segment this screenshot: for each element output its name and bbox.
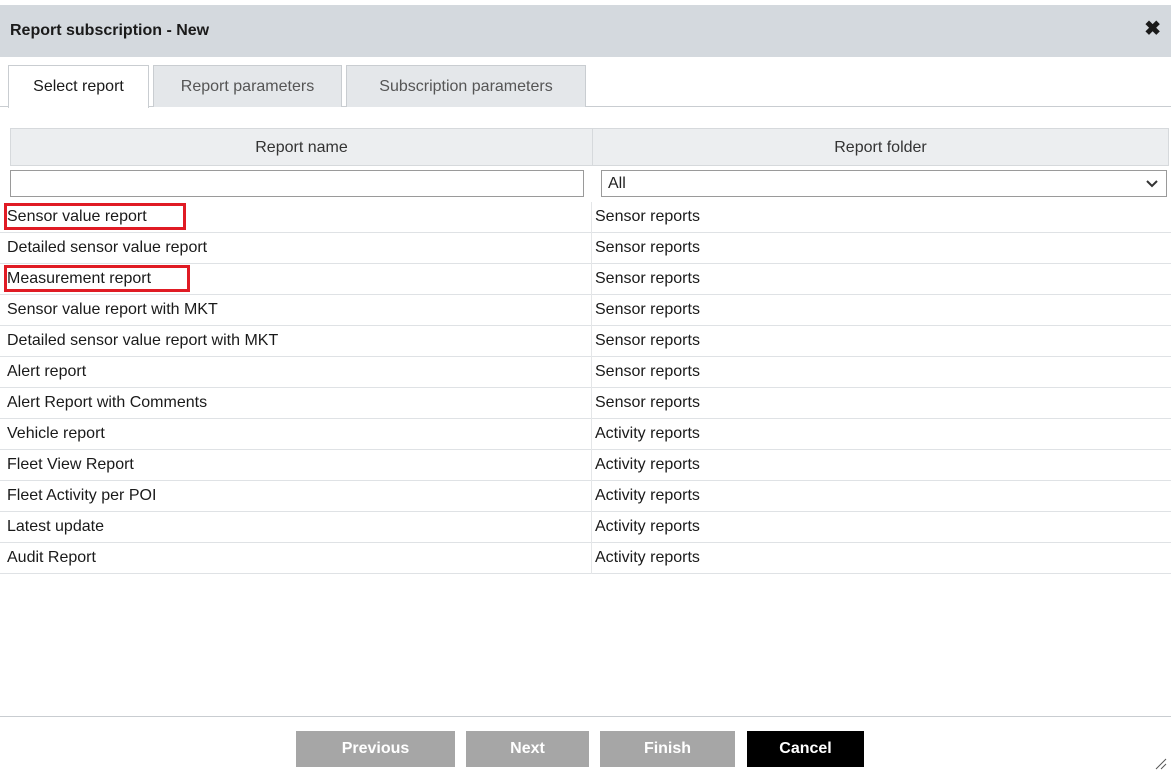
report-folder-filter-value: All xyxy=(608,175,626,192)
tab-report-parameters[interactable]: Report parameters xyxy=(153,65,342,107)
report-list: Sensor value report Sensor reports Detai… xyxy=(0,202,1171,574)
tab-select-report[interactable]: Select report xyxy=(8,65,149,108)
finish-button[interactable]: Finish xyxy=(600,731,735,767)
report-folder-cell: Activity reports xyxy=(595,518,700,535)
report-folder-cell: Activity reports xyxy=(595,487,700,504)
report-folder-cell: Sensor reports xyxy=(595,239,700,256)
dialog-title: Report subscription - New xyxy=(10,22,210,39)
report-name-cell: Alert report xyxy=(7,363,87,380)
report-folder-cell: Sensor reports xyxy=(595,208,700,225)
report-folder-cell: Sensor reports xyxy=(595,270,700,287)
table-row[interactable]: Detailed sensor value report with MKT Se… xyxy=(0,326,1171,357)
report-folder-cell: Sensor reports xyxy=(595,394,700,411)
footer-divider xyxy=(0,716,1171,717)
report-name-cell: Measurement report xyxy=(7,270,152,287)
table-row[interactable]: Latest update Activity reports xyxy=(0,512,1171,543)
report-name-cell: Audit Report xyxy=(7,549,96,566)
dialog-titlebar: Report subscription - New ✖ xyxy=(0,5,1171,57)
table-row[interactable]: Fleet View Report Activity reports xyxy=(0,450,1171,481)
table-row[interactable]: Alert Report with Comments Sensor report… xyxy=(0,388,1171,419)
report-folder-filter-select[interactable]: All xyxy=(601,170,1167,197)
report-folder-cell: Sensor reports xyxy=(595,363,700,380)
report-folder-cell: Activity reports xyxy=(595,456,700,473)
report-name-cell: Sensor value report with MKT xyxy=(7,301,218,318)
tab-bar: Select report Report parameters Subscrip… xyxy=(0,65,1171,108)
table-row[interactable]: Measurement report Sensor reports xyxy=(0,264,1171,295)
report-name-cell: Vehicle report xyxy=(7,425,105,442)
table-row[interactable]: Sensor value report Sensor reports xyxy=(0,202,1171,233)
resize-handle-icon[interactable] xyxy=(1153,756,1167,770)
next-button[interactable]: Next xyxy=(466,731,589,767)
report-folder-cell: Activity reports xyxy=(595,549,700,566)
report-folder-cell: Activity reports xyxy=(595,425,700,442)
report-name-cell: Detailed sensor value report xyxy=(7,239,208,256)
table-row[interactable]: Alert report Sensor reports xyxy=(0,357,1171,388)
report-name-cell: Detailed sensor value report with MKT xyxy=(7,332,279,349)
report-folder-cell: Sensor reports xyxy=(595,301,700,318)
report-folder-cell: Sensor reports xyxy=(595,332,700,349)
table-row[interactable]: Detailed sensor value report Sensor repo… xyxy=(0,233,1171,264)
cancel-button[interactable]: Cancel xyxy=(747,731,864,767)
table-row[interactable]: Audit Report Activity reports xyxy=(0,543,1171,574)
previous-button[interactable]: Previous xyxy=(296,731,455,767)
report-name-filter-input[interactable] xyxy=(10,170,584,197)
table-row[interactable]: Vehicle report Activity reports xyxy=(0,419,1171,450)
table-row[interactable]: Fleet Activity per POI Activity reports xyxy=(0,481,1171,512)
report-name-cell: Fleet Activity per POI xyxy=(7,487,157,504)
close-icon[interactable]: ✖ xyxy=(1144,19,1161,39)
report-name-cell: Fleet View Report xyxy=(7,456,134,473)
tab-subscription-parameters[interactable]: Subscription parameters xyxy=(346,65,586,107)
chevron-down-icon xyxy=(1146,171,1158,204)
column-header-report-folder[interactable]: Report folder xyxy=(592,128,1169,166)
report-name-cell: Alert Report with Comments xyxy=(7,394,208,411)
report-name-cell: Latest update xyxy=(7,518,104,535)
column-header-report-name[interactable]: Report name xyxy=(10,128,593,166)
report-name-cell: Sensor value report xyxy=(7,208,147,225)
table-row[interactable]: Sensor value report with MKT Sensor repo… xyxy=(0,295,1171,326)
